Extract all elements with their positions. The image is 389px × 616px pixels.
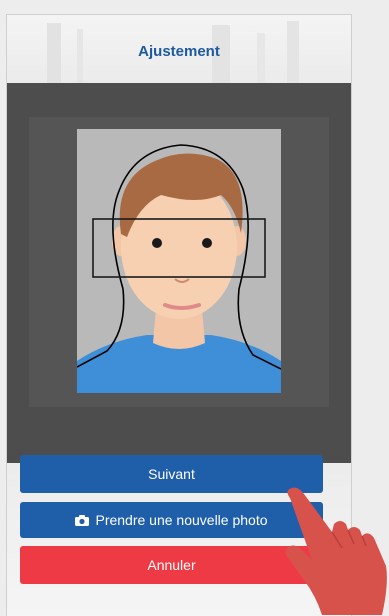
new-photo-button-label: Prendre une nouvelle photo bbox=[95, 512, 268, 528]
next-button[interactable]: Suivant bbox=[20, 455, 323, 493]
page-title: Ajustement bbox=[138, 43, 220, 60]
hand-pointer-icon bbox=[285, 487, 387, 615]
header-bar: Ajustement bbox=[7, 15, 351, 83]
portrait-photo[interactable] bbox=[77, 129, 281, 393]
cancel-button-label: Annuler bbox=[147, 557, 196, 573]
portrait-illustration bbox=[77, 144, 281, 393]
left-eye bbox=[152, 238, 162, 248]
camera-icon bbox=[75, 514, 90, 526]
next-button-label: Suivant bbox=[148, 466, 195, 482]
hand-shape bbox=[285, 487, 387, 615]
right-eye bbox=[202, 238, 212, 248]
cancel-button[interactable]: Annuler bbox=[20, 546, 323, 584]
new-photo-button[interactable]: Prendre une nouvelle photo bbox=[20, 502, 323, 538]
